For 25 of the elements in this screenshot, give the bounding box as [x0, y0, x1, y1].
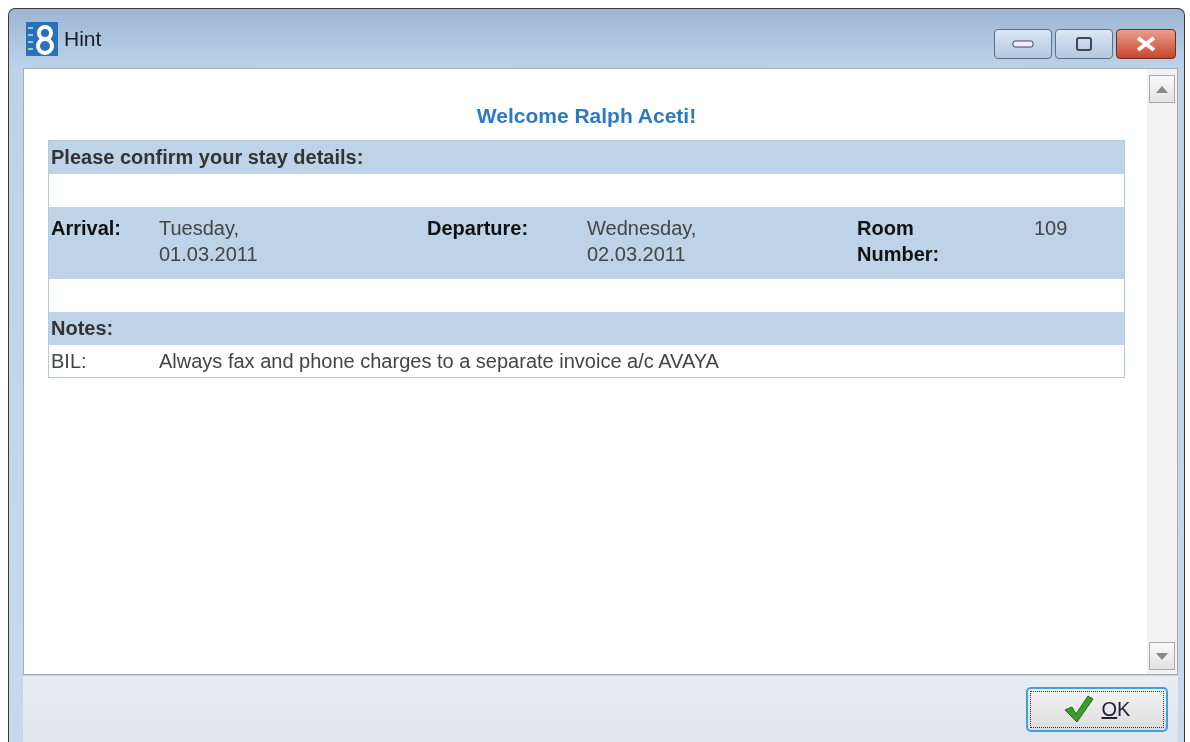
note-code: BIL: — [51, 349, 88, 373]
maximize-icon — [1076, 37, 1092, 51]
up-arrow-icon — [1156, 85, 1168, 93]
field-label: Arrival: — [51, 216, 123, 241]
minimize-button[interactable] — [994, 29, 1052, 59]
close-icon — [1134, 35, 1158, 53]
field-value: Wednesday, 02.03.2011 — [587, 216, 698, 267]
field-label: Room Number: — [857, 216, 941, 267]
scroll-up-button[interactable] — [1149, 75, 1175, 103]
maximize-button[interactable] — [1055, 29, 1113, 59]
ok-button[interactable]: OK — [1026, 686, 1168, 732]
close-button[interactable] — [1116, 29, 1176, 59]
note-text: Always fax and phone charges to a separate invoice a/c AVAYA — [159, 349, 719, 373]
field-label: Departure: — [427, 216, 527, 241]
check-icon — [1063, 695, 1094, 723]
window-title: Hint — [64, 26, 102, 51]
welcome-heading: Welcome Ralph Aceti! — [475, 104, 698, 128]
down-arrow-icon — [1156, 652, 1168, 660]
minimize-icon — [1012, 40, 1034, 48]
app-icon — [26, 21, 58, 56]
field-value: 109 — [1034, 216, 1069, 241]
section-heading: Please confirm your stay details: — [49, 141, 1124, 174]
section-heading: Notes: — [49, 312, 1124, 345]
field-value: Tuesday, 01.03.2011 — [159, 216, 259, 267]
scroll-down-button[interactable] — [1149, 642, 1175, 670]
